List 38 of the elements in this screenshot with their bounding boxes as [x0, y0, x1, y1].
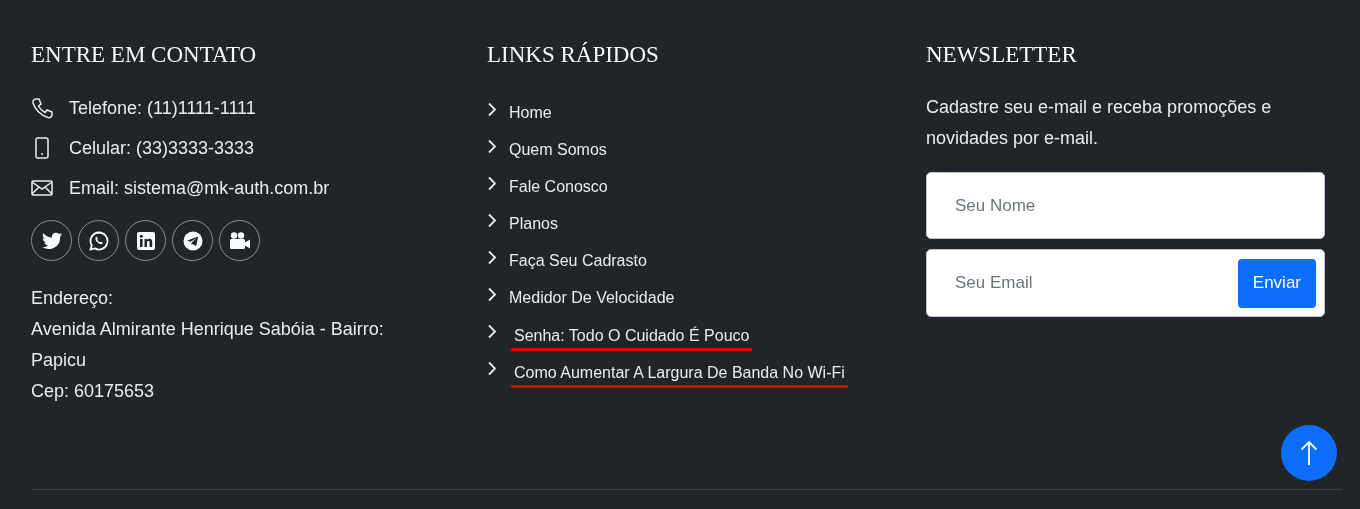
newsletter-text: Cadastre seu e-mail e receba promoções e novidades por e-mail.	[926, 96, 1273, 150]
address-text: Avenida Almirante Henrique Sabóia - Bairro: Papicu	[31, 318, 385, 372]
quick-link[interactable]: Fale Conosco	[509, 174, 608, 199]
video-camera-icon	[228, 230, 251, 251]
bird-icon	[41, 231, 62, 250]
email-field[interactable]: Seu Email Enviar	[926, 249, 1325, 317]
paper-plane-icon	[182, 230, 203, 251]
back-to-top-button[interactable]	[1281, 425, 1337, 481]
quick-link[interactable]: Medidor De Velocidade	[509, 285, 675, 310]
quick-link[interactable]: Quem Somos	[509, 137, 607, 162]
chevron-right-icon	[487, 360, 497, 377]
envelope-icon	[31, 177, 53, 199]
chat-bubble-icon	[88, 230, 109, 251]
phone-icon	[31, 97, 53, 119]
contact-text: Telefone: (11)1111-1111	[69, 97, 256, 120]
chevron-right-icon	[487, 286, 497, 303]
address-text: Cep: 60175653	[31, 380, 156, 403]
send-button[interactable]: Enviar	[1237, 258, 1316, 308]
linkedin-icon	[136, 231, 155, 250]
arrow-up-icon	[1300, 440, 1318, 466]
chevron-right-icon	[487, 212, 497, 229]
chevron-right-icon	[487, 249, 497, 266]
section-heading: NEWSLETTER	[926, 41, 1078, 69]
section-heading: LINKS RÁPIDOS	[487, 41, 660, 69]
chevron-right-icon	[487, 323, 497, 340]
chevron-right-icon	[487, 175, 497, 192]
contact-text: Celular: (33)3333-3333	[69, 137, 255, 160]
name-field[interactable]: Seu Nome	[926, 172, 1325, 239]
chevron-right-icon	[487, 138, 497, 155]
quick-link[interactable]: Como Aumentar A Largura De Banda No Wi-Fi	[511, 361, 848, 388]
address-text: Endereço:	[31, 287, 115, 310]
quick-link[interactable]: Faça Seu Cadrasto	[509, 248, 647, 273]
quick-link[interactable]: Senha: Todo O Cuidado É Pouco	[511, 324, 753, 351]
quick-link[interactable]: Planos	[509, 211, 558, 236]
quick-link[interactable]: Home	[509, 100, 552, 125]
chevron-right-icon	[487, 101, 497, 118]
contact-text: Email: sistema@mk-auth.com.br	[69, 177, 330, 200]
section-heading: ENTRE EM CONTATO	[31, 41, 258, 69]
